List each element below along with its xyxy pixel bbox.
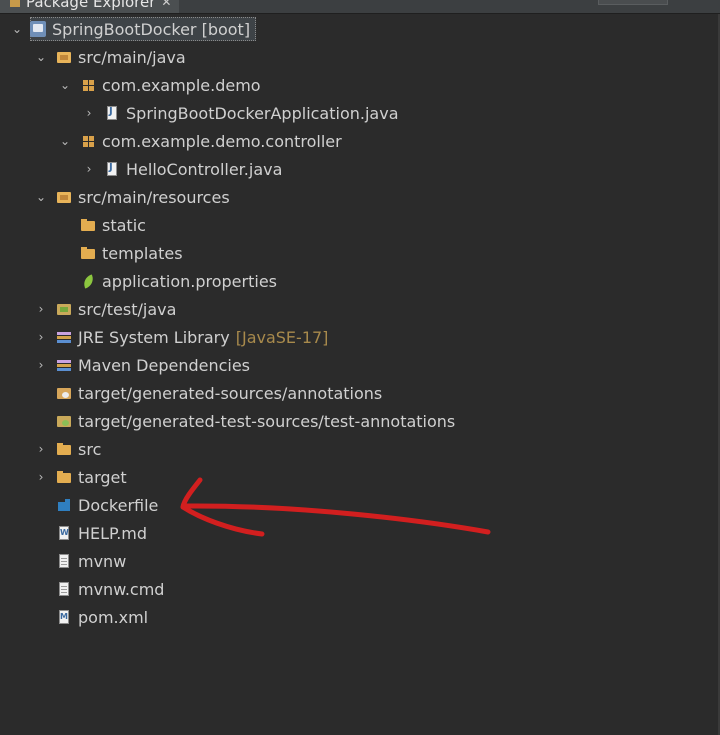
tree-item-package-demo[interactable]: ⌄ com.example.demo xyxy=(58,72,261,98)
tree-item-src[interactable]: › src xyxy=(34,436,102,462)
tree-item-label: target xyxy=(78,467,127,487)
tree-item-templates[interactable]: templates xyxy=(80,240,183,266)
text-file-icon xyxy=(56,553,72,569)
tree-item-label: HELP.md xyxy=(78,523,148,543)
library-icon xyxy=(56,329,72,345)
tree-item-label: mvnw.cmd xyxy=(78,579,165,599)
tree-item-label: static xyxy=(102,215,146,235)
tab-title: Package Explorer xyxy=(26,0,156,11)
tree-item-label: com.example.demo xyxy=(102,75,261,95)
project-icon xyxy=(30,21,46,37)
markdown-file-icon xyxy=(56,525,72,541)
chevron-right-icon[interactable]: › xyxy=(34,302,48,316)
tree-item-hello-java[interactable]: › HelloController.java xyxy=(82,156,283,182)
package-icon xyxy=(80,133,96,149)
tree-item-label: JRE System Library xyxy=(78,327,230,347)
chevron-down-icon[interactable]: ⌄ xyxy=(10,22,24,36)
tree-item-label: HelloController.java xyxy=(126,159,283,179)
tree-item-project[interactable]: ⌄ SpringBootDocker [boot] xyxy=(10,16,250,42)
tree-item-static[interactable]: static xyxy=(80,212,146,238)
java-file-icon xyxy=(104,105,120,121)
tree-item-label: com.example.demo.controller xyxy=(102,131,342,151)
tab-package-explorer[interactable]: Package Explorer ✕ xyxy=(0,0,180,13)
tree-item-label: application.properties xyxy=(102,271,277,291)
tree-item-generated-sources[interactable]: target/generated-sources/annotations xyxy=(56,380,382,406)
spring-leaf-icon xyxy=(80,273,96,289)
chevron-down-icon[interactable]: ⌄ xyxy=(34,50,48,64)
tree-item-package-controller[interactable]: ⌄ com.example.demo.controller xyxy=(58,128,342,154)
source-folder-icon xyxy=(56,49,72,65)
chevron-down-icon[interactable]: ⌄ xyxy=(58,78,72,92)
tree-item-label: src/test/java xyxy=(78,299,177,319)
test-source-folder-icon xyxy=(56,301,72,317)
tree-item-jre-library[interactable]: › JRE System Library [JavaSE-17] xyxy=(34,324,329,350)
package-icon xyxy=(80,77,96,93)
tree-item-src-test-java[interactable]: › src/test/java xyxy=(34,296,177,322)
tree-item-generated-test-sources[interactable]: target/generated-test-sources/test-annot… xyxy=(56,408,455,434)
text-file-icon xyxy=(56,581,72,597)
package-explorer-icon xyxy=(10,0,20,7)
source-folder-icon xyxy=(56,189,72,205)
tree-item-label: Dockerfile xyxy=(78,495,159,515)
tree-item-help-md[interactable]: HELP.md xyxy=(56,520,147,546)
tree-item-label: target/generated-test-sources/test-annot… xyxy=(78,411,456,431)
tree-item-label: target/generated-sources/annotations xyxy=(78,383,383,403)
library-icon xyxy=(56,357,72,373)
chevron-right-icon[interactable]: › xyxy=(34,358,48,372)
tree-item-src-main-resources[interactable]: ⌄ src/main/resources xyxy=(34,184,230,210)
folder-icon xyxy=(80,245,96,261)
chevron-down-icon[interactable]: ⌄ xyxy=(34,190,48,204)
folder-icon xyxy=(80,217,96,233)
close-icon[interactable]: ✕ xyxy=(161,0,171,9)
docker-icon xyxy=(56,497,72,513)
view-toolbar-button[interactable] xyxy=(598,0,668,5)
chevron-right-icon[interactable]: › xyxy=(34,330,48,344)
tree-item-label: SpringBootDockerApplication.java xyxy=(126,103,399,123)
tree-item-label: src/main/java xyxy=(78,47,186,67)
tree-item-pom-xml[interactable]: pom.xml xyxy=(56,604,148,630)
chevron-right-icon[interactable]: › xyxy=(34,442,48,456)
generated-source-folder-icon xyxy=(56,385,72,401)
tree-item-mvnw[interactable]: mvnw xyxy=(56,548,126,574)
folder-icon xyxy=(56,469,72,485)
tree-item-mvnw-cmd[interactable]: mvnw.cmd xyxy=(56,576,164,602)
tree-item-label: mvnw xyxy=(78,551,127,571)
tree-item-label: src/main/resources xyxy=(78,187,230,207)
tree-item-label: Maven Dependencies xyxy=(78,355,251,375)
tree-item-label: pom.xml xyxy=(78,607,149,627)
tree-item-dockerfile[interactable]: Dockerfile xyxy=(56,492,158,518)
tree-item-src-main-java[interactable]: ⌄ src/main/java xyxy=(34,44,186,70)
chevron-right-icon[interactable]: › xyxy=(82,106,96,120)
generated-test-folder-icon xyxy=(56,413,72,429)
tree-item-label: src xyxy=(78,439,102,459)
tree-item-maven-dependencies[interactable]: › Maven Dependencies xyxy=(34,352,250,378)
tree-item-label: SpringBootDocker [boot] xyxy=(52,19,251,39)
chevron-down-icon[interactable]: ⌄ xyxy=(58,134,72,148)
tree-item-app-java[interactable]: › SpringBootDockerApplication.java xyxy=(82,100,399,126)
tree-item-application-properties[interactable]: application.properties xyxy=(80,268,277,294)
folder-icon xyxy=(56,441,72,457)
maven-pom-icon xyxy=(56,609,72,625)
java-file-icon xyxy=(104,161,120,177)
tree-item-label: templates xyxy=(102,243,183,263)
tree-item-target[interactable]: › target xyxy=(34,464,127,490)
view-tab-bar: Package Explorer ✕ xyxy=(0,0,720,14)
chevron-right-icon[interactable]: › xyxy=(34,470,48,484)
chevron-right-icon[interactable]: › xyxy=(82,162,96,176)
tree-item-decoration: [JavaSE-17] xyxy=(235,327,329,347)
